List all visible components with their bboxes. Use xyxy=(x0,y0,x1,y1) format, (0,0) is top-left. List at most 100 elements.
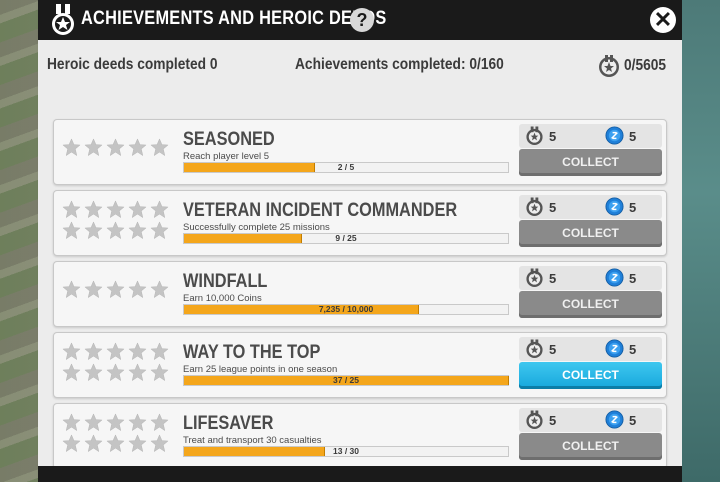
panel-title: ACHIEVEMENTS AND HEROIC DEEDS xyxy=(81,8,387,29)
star-icon xyxy=(128,434,147,453)
star-icon xyxy=(84,221,103,240)
achievement-name: VETERAN INCIDENT COMMANDER xyxy=(183,200,458,221)
coin-icon xyxy=(605,268,624,287)
progress-text: 7,235 / 10,000 xyxy=(318,304,374,314)
achievement-card: VETERAN INCIDENT COMMANDER Successfully c… xyxy=(53,190,667,256)
star-icon xyxy=(62,363,81,382)
game-background-left xyxy=(0,0,40,482)
star-icon xyxy=(150,138,169,157)
progress-text: 2 / 5 xyxy=(337,162,355,172)
reward-box: 55 xyxy=(519,266,662,290)
star-icon xyxy=(84,363,103,382)
reward-coin-value: 5 xyxy=(629,342,637,357)
star-icon xyxy=(150,200,169,219)
star-icon xyxy=(84,200,103,219)
star-icon xyxy=(150,434,169,453)
achievement-name: WAY TO THE TOP xyxy=(183,342,321,363)
achievement-name: WINDFALL xyxy=(183,271,268,292)
reward-medal-value: 5 xyxy=(549,129,557,144)
star-icon xyxy=(84,434,103,453)
reward-box: 55 xyxy=(519,195,662,219)
star-icon xyxy=(84,280,103,299)
star-icon xyxy=(128,363,147,382)
star-icon xyxy=(128,221,147,240)
reward-box: 55 xyxy=(519,124,662,148)
achievement-card: SEASONED Reach player level 52 / 5 5 5 COLLE… xyxy=(53,119,667,185)
collect-button[interactable]: COLLECT xyxy=(519,149,662,176)
star-icon xyxy=(106,221,125,240)
progress-text: 9 / 25 xyxy=(335,233,357,243)
star-icon xyxy=(62,342,81,361)
achievement-description: Treat and transport 30 casualties xyxy=(183,435,322,446)
achievement-card: LIFESAVER Treat and transport 30 casualti… xyxy=(53,403,667,469)
collect-button[interactable]: COLLECT xyxy=(519,362,662,389)
close-button[interactable]: ✕ xyxy=(650,7,676,33)
progress-text: 37 / 25 xyxy=(333,375,359,385)
star-icon xyxy=(84,413,103,432)
reward-medal-value: 5 xyxy=(549,413,557,428)
reward-box: 55 xyxy=(519,408,662,432)
collect-button[interactable]: COLLECT xyxy=(519,291,662,318)
star-icon xyxy=(62,280,81,299)
reward-medal-value: 5 xyxy=(549,200,557,215)
progress-bar: 37 / 25 xyxy=(183,375,509,386)
medal-icon xyxy=(52,4,74,35)
panel-header: ACHIEVEMENTS AND HEROIC DEEDS ? ✕ xyxy=(38,0,682,40)
medal-reward-icon xyxy=(525,197,544,217)
achievement-name: SEASONED xyxy=(183,129,275,150)
star-icon xyxy=(62,200,81,219)
star-icon xyxy=(150,413,169,432)
star-icon xyxy=(62,434,81,453)
reward-coin-value: 5 xyxy=(629,129,637,144)
achievement-card: WAY TO THE TOP Earn 25 league points in o… xyxy=(53,332,667,398)
star-icon xyxy=(84,342,103,361)
star-icon xyxy=(106,413,125,432)
medal-points-icon xyxy=(599,55,619,77)
progress-text: 13 / 30 xyxy=(333,446,359,456)
progress-bar: 13 / 30 xyxy=(183,446,509,457)
star-icon xyxy=(106,363,125,382)
achievement-name: LIFESAVER xyxy=(183,413,274,434)
achievement-description: Successfully complete 25 missions xyxy=(183,222,330,233)
reward-medal-value: 5 xyxy=(549,271,557,286)
star-icon xyxy=(106,200,125,219)
star-icon xyxy=(106,280,125,299)
achievements-panel: ACHIEVEMENTS AND HEROIC DEEDS ? ✕ Heroic… xyxy=(38,0,682,482)
achievements-count: Achievements completed: 0/160 xyxy=(295,56,504,73)
star-icon xyxy=(62,138,81,157)
star-icon xyxy=(128,200,147,219)
star-icon xyxy=(150,363,169,382)
coin-icon xyxy=(605,339,624,358)
star-icon xyxy=(62,221,81,240)
achievement-description: Reach player level 5 xyxy=(183,151,270,162)
coin-icon xyxy=(605,410,624,429)
reward-box: 55 xyxy=(519,337,662,361)
achievement-description: Earn 10,000 Coins xyxy=(183,293,262,304)
collect-button[interactable]: COLLECT xyxy=(519,220,662,247)
progress-bar: 9 / 25 xyxy=(183,233,509,244)
star-icon xyxy=(106,138,125,157)
star-icon xyxy=(62,413,81,432)
panel-footer xyxy=(38,466,682,482)
medal-reward-icon xyxy=(525,268,544,288)
star-icon xyxy=(128,342,147,361)
reward-coin-value: 5 xyxy=(629,200,637,215)
collect-button[interactable]: COLLECT xyxy=(519,433,662,460)
medal-reward-icon xyxy=(525,410,544,430)
star-icon xyxy=(150,342,169,361)
coin-icon xyxy=(605,197,624,216)
reward-coin-value: 5 xyxy=(629,413,637,428)
achievement-card: WINDFALL Earn 10,000 Coins 7,235 / 10,000 5… xyxy=(53,261,667,327)
star-icon xyxy=(128,138,147,157)
star-icon xyxy=(84,138,103,157)
star-icon xyxy=(128,280,147,299)
medal-reward-icon xyxy=(525,339,544,359)
coin-icon xyxy=(605,126,624,145)
help-button[interactable]: ? xyxy=(350,8,374,32)
star-icon xyxy=(128,413,147,432)
reward-coin-value: 5 xyxy=(629,271,637,286)
medal-reward-icon xyxy=(525,126,544,146)
heroic-deeds-count: Heroic deeds completed 0 xyxy=(47,56,218,73)
progress-bar: 7,235 / 10,000 xyxy=(183,304,509,315)
star-icon xyxy=(106,342,125,361)
